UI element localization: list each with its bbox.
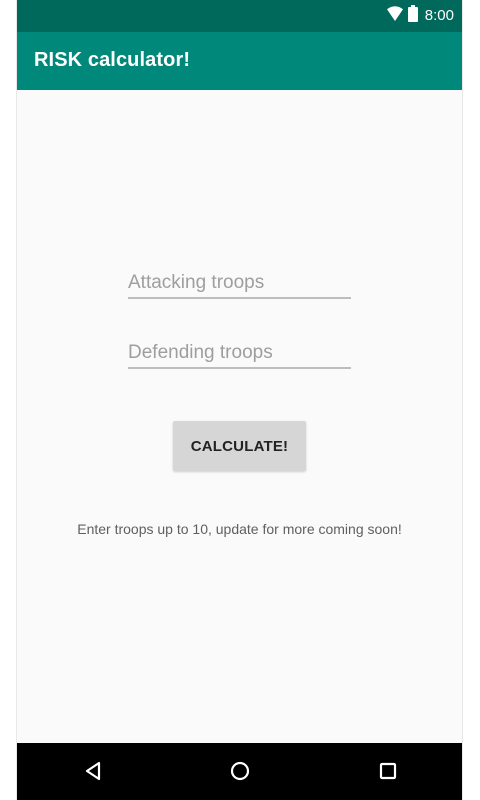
back-button[interactable] — [78, 758, 108, 786]
back-icon — [82, 760, 104, 785]
defending-troops-input[interactable] — [128, 331, 351, 367]
home-icon — [229, 760, 251, 785]
android-navigation-bar — [17, 743, 462, 800]
app-title: RISK calculator! — [34, 49, 191, 71]
battery-icon — [407, 5, 418, 27]
status-time: 8:00 — [424, 7, 454, 24]
calculate-button[interactable]: CALCULATE! — [173, 421, 306, 471]
defending-troops-field[interactable] — [128, 331, 351, 369]
status-bar: 8:00 — [17, 0, 462, 32]
home-button[interactable] — [225, 758, 255, 786]
calculator-content: CALCULATE! Enter troops up to 10, update… — [17, 90, 462, 743]
attacking-troops-input[interactable] — [128, 261, 351, 297]
troop-limit-message: Enter troops up to 10, update for more c… — [77, 521, 402, 537]
wifi-icon — [386, 5, 404, 27]
app-toolbar: RISK calculator! — [17, 32, 462, 90]
attacking-troops-field[interactable] — [128, 261, 351, 299]
phone-screen: 8:00 RISK calculator! CALCULATE! Enter t… — [16, 0, 463, 800]
status-icons: 8:00 — [386, 5, 454, 27]
overview-icon — [377, 760, 399, 785]
overview-button[interactable] — [373, 758, 403, 786]
